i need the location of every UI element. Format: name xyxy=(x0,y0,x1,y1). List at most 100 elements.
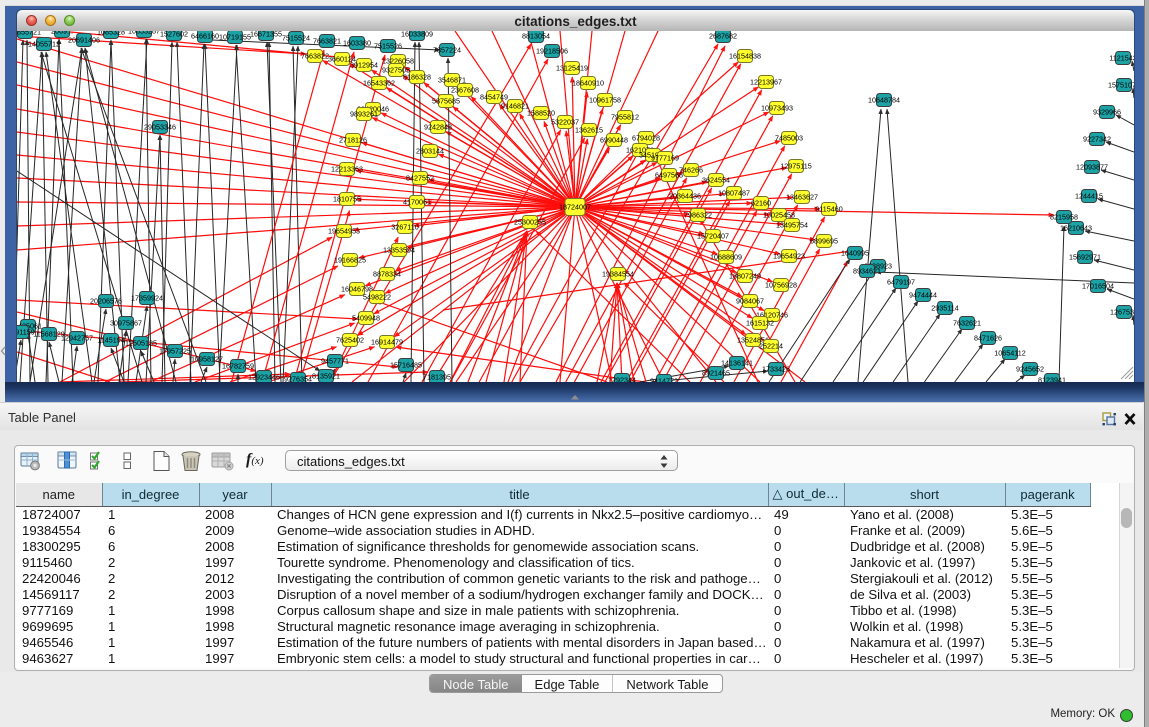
svg-text:15751074: 15751074 xyxy=(1108,80,1134,89)
svg-text:15720407: 15720407 xyxy=(697,231,729,240)
svg-text:29053346: 29053346 xyxy=(144,122,176,131)
svg-text:8427552: 8427552 xyxy=(406,173,434,182)
svg-text:8454749: 8454749 xyxy=(480,92,508,101)
svg-text:7181395: 7181395 xyxy=(423,372,451,381)
svg-text:6990448: 6990448 xyxy=(600,135,628,144)
svg-text:25300255: 25300255 xyxy=(514,217,546,226)
svg-text:7955812: 7955812 xyxy=(611,112,639,121)
svg-text:11568129: 11568129 xyxy=(33,329,64,338)
svg-text:19654923: 19654923 xyxy=(773,251,805,260)
svg-text:3267110: 3267110 xyxy=(391,222,418,231)
svg-text:12942757: 12942757 xyxy=(61,333,93,342)
svg-text:12213967: 12213967 xyxy=(750,77,782,86)
svg-text:10688609: 10688609 xyxy=(710,252,742,261)
svg-text:14055712: 14055712 xyxy=(28,39,60,48)
svg-text:9115460: 9115460 xyxy=(815,204,842,213)
svg-text:13125419: 13125419 xyxy=(556,63,588,72)
svg-text:7632621: 7632621 xyxy=(953,318,981,327)
svg-text:10756928: 10756928 xyxy=(765,280,797,289)
svg-text:16782759: 16782759 xyxy=(222,361,254,370)
svg-text:7857224: 7857224 xyxy=(433,45,461,54)
svg-text:1733426: 1733426 xyxy=(762,364,790,373)
svg-text:8934621: 8934621 xyxy=(853,266,881,275)
svg-text:9084067: 9084067 xyxy=(736,296,764,305)
svg-text:10654112: 10654112 xyxy=(994,348,1025,357)
svg-text:14136141: 14136141 xyxy=(721,358,753,367)
svg-text:9245652: 9245652 xyxy=(1016,364,1044,373)
svg-text:9414772: 9414772 xyxy=(650,376,678,382)
svg-text:12505135: 12505135 xyxy=(125,338,157,347)
svg-text:16543362: 16543362 xyxy=(363,78,395,87)
svg-text:13353594: 13353594 xyxy=(383,245,415,254)
svg-text:7485003: 7485003 xyxy=(775,133,803,142)
svg-text:12093877: 12093877 xyxy=(1076,162,1108,171)
svg-text:9329966: 9329966 xyxy=(1093,107,1121,116)
svg-text:6497568: 6497568 xyxy=(655,170,683,179)
svg-text:20691406: 20691406 xyxy=(68,35,100,44)
svg-text:9276354: 9276354 xyxy=(284,374,312,382)
svg-text:7663821: 7663821 xyxy=(313,36,341,45)
svg-text:1121543: 1121543 xyxy=(1109,53,1134,62)
svg-text:1391159: 1391159 xyxy=(17,327,35,336)
svg-text:10958127: 10958127 xyxy=(191,354,223,363)
svg-text:16671355: 16671355 xyxy=(250,31,282,38)
svg-text:2803144: 2803144 xyxy=(416,146,444,155)
svg-text:6479197: 6479197 xyxy=(887,277,915,286)
svg-text:9893261: 9893261 xyxy=(350,109,378,118)
svg-text:10853287: 10853287 xyxy=(128,31,160,35)
svg-text:1640995: 1640995 xyxy=(841,248,869,257)
svg-text:1603380: 1603380 xyxy=(343,38,371,47)
svg-text:1810755: 1810755 xyxy=(333,194,361,203)
svg-text:20206576: 20206576 xyxy=(90,296,122,305)
svg-text:13463627: 13463627 xyxy=(786,192,818,201)
svg-text:30975867: 30975867 xyxy=(110,318,142,327)
svg-text:12975115: 12975115 xyxy=(780,161,811,170)
svg-text:14855721: 14855721 xyxy=(17,31,41,36)
svg-text:9777169: 9777169 xyxy=(651,153,679,162)
svg-text:18724007: 18724007 xyxy=(559,202,591,211)
svg-text:9474444: 9474444 xyxy=(909,290,937,299)
svg-text:10648784: 10648784 xyxy=(868,95,900,104)
svg-text:8135921: 8135921 xyxy=(312,371,340,380)
svg-text:3624554: 3624554 xyxy=(702,175,730,184)
svg-text:1362615: 1362615 xyxy=(575,125,603,134)
svg-text:8471626: 8471626 xyxy=(974,333,1002,342)
svg-text:13495754: 13495754 xyxy=(776,220,808,229)
svg-text:2367608: 2367608 xyxy=(451,85,479,94)
svg-text:18640910: 18640910 xyxy=(572,78,604,87)
svg-text:10807487: 10807487 xyxy=(718,188,750,197)
svg-text:19166825: 19166825 xyxy=(334,255,366,264)
svg-text:7663822: 7663822 xyxy=(301,51,329,60)
svg-text:15692971: 15692971 xyxy=(1069,252,1101,261)
svg-text:2687682: 2687682 xyxy=(709,31,737,40)
svg-text:10961758: 10961758 xyxy=(589,95,621,104)
svg-text:5875685: 5875685 xyxy=(432,96,460,105)
svg-text:15716485: 15716485 xyxy=(390,360,422,369)
svg-text:1527602: 1527602 xyxy=(160,31,188,38)
svg-text:8878334: 8878334 xyxy=(373,269,401,278)
svg-text:2718126: 2718126 xyxy=(339,135,367,144)
svg-text:17016504: 17016504 xyxy=(1082,281,1114,290)
svg-text:16154838: 16154838 xyxy=(729,51,761,60)
svg-text:7986322: 7986322 xyxy=(684,210,712,219)
svg-text:3912954: 3912954 xyxy=(350,60,378,69)
svg-text:19218506: 19218506 xyxy=(536,46,568,55)
svg-text:5498222: 5498222 xyxy=(363,292,391,301)
svg-text:6899695: 6899695 xyxy=(810,236,838,245)
svg-text:8123941: 8123941 xyxy=(1038,375,1066,382)
svg-text:8921465: 8921465 xyxy=(702,368,730,377)
svg-text:16210643: 16210643 xyxy=(1060,223,1092,232)
svg-text:1615132: 1615132 xyxy=(746,318,774,327)
svg-text:10973493: 10973493 xyxy=(761,103,793,112)
svg-text:9457771: 9457771 xyxy=(321,356,349,365)
svg-text:252214: 252214 xyxy=(759,341,783,350)
svg-text:1267533: 1267533 xyxy=(1110,307,1134,316)
svg-text:12213363: 12213363 xyxy=(331,164,363,173)
svg-text:7625402: 7625402 xyxy=(336,335,364,344)
svg-text:19654953: 19654953 xyxy=(328,226,360,235)
svg-text:18807249: 18807249 xyxy=(729,271,761,280)
svg-text:4170061: 4170061 xyxy=(403,197,431,206)
svg-text:17957225: 17957225 xyxy=(159,346,191,355)
svg-text:1085328: 1085328 xyxy=(97,31,125,36)
svg-text:9146821: 9146821 xyxy=(501,101,529,110)
